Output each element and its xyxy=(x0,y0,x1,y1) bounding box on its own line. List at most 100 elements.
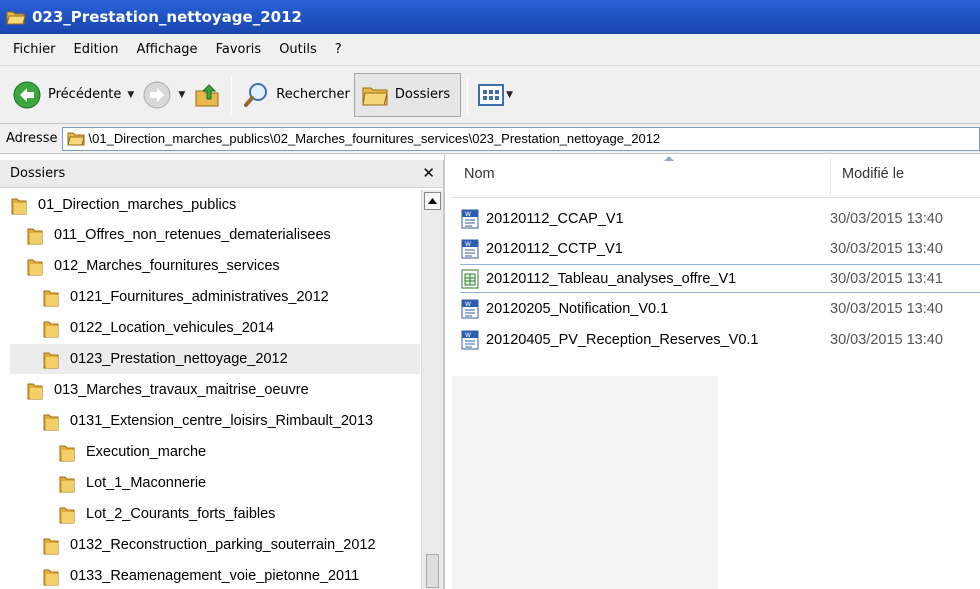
folder-pane-title: Dossiers xyxy=(10,166,66,181)
file-date: 30/03/2015 13:40 xyxy=(830,300,943,317)
empty-area xyxy=(452,376,718,589)
title-bar[interactable]: 023_Prestation_nettoyage_2012 xyxy=(0,0,980,34)
folder-icon xyxy=(43,414,59,431)
chevron-down-icon[interactable]: ▼ xyxy=(127,90,134,100)
folder-icon xyxy=(43,352,59,369)
folder-icon xyxy=(43,538,59,555)
word-doc-icon: W xyxy=(461,330,479,349)
file-name: 20120205_Notification_V0.1 xyxy=(486,300,669,317)
folder-icon xyxy=(27,228,43,245)
tree-node[interactable]: Lot_1_Maconnerie xyxy=(58,468,206,498)
menu-outils[interactable]: Outils xyxy=(270,42,326,57)
file-row-selected[interactable]: 20120112_Tableau_analyses_offre_V1 30/03… xyxy=(460,264,980,293)
word-doc-icon: W xyxy=(461,239,479,258)
menu-fichier[interactable]: Fichier xyxy=(4,42,65,57)
chevron-down-icon[interactable]: ▼ xyxy=(506,90,513,100)
address-path: \01_Direction_marches_publics\02_Marches… xyxy=(88,131,661,146)
menu-affichage[interactable]: Affichage xyxy=(127,42,206,57)
folder-icon xyxy=(43,321,59,338)
folder-icon xyxy=(43,290,59,307)
file-date: 30/03/2015 13:40 xyxy=(830,331,943,348)
word-doc-icon: W xyxy=(461,299,479,318)
folder-icon xyxy=(59,476,75,493)
file-name: 20120405_PV_Reception_Reserves_V0.1 xyxy=(486,331,759,348)
tree-node[interactable]: Execution_marche xyxy=(58,437,206,467)
triangle-up-icon xyxy=(428,198,437,204)
folder-icon xyxy=(27,259,43,276)
file-date: 30/03/2015 13:40 xyxy=(830,240,943,257)
file-name: 20120112_CCTP_V1 xyxy=(486,240,623,257)
up-folder-button[interactable] xyxy=(189,75,225,115)
forward-arrow-icon xyxy=(143,81,171,108)
tree-node[interactable]: 0133_Reamenagement_voie_pietonne_2011 xyxy=(42,561,359,589)
svg-text:W: W xyxy=(465,241,471,248)
svg-text:W: W xyxy=(465,211,471,218)
file-row[interactable]: W 20120112_CCAP_V1 30/03/2015 13:40 xyxy=(460,204,980,233)
file-row[interactable]: W 20120112_CCTP_V1 30/03/2015 13:40 xyxy=(460,234,980,263)
menu-favoris[interactable]: Favoris xyxy=(207,42,271,57)
word-doc-icon: W xyxy=(461,209,479,228)
menu-help[interactable]: ? xyxy=(326,42,351,57)
menu-bar: Fichier Edition Affichage Favoris Outils… xyxy=(0,34,980,66)
scroll-thumb[interactable] xyxy=(426,554,439,588)
tree-node[interactable]: 01_Direction_marches_publics xyxy=(10,190,236,220)
folder-icon xyxy=(43,569,59,586)
toolbar-separator xyxy=(467,75,469,114)
file-name: 20120112_CCAP_V1 xyxy=(486,210,624,227)
folders-button[interactable]: Dossiers xyxy=(353,72,462,117)
pane-splitter[interactable] xyxy=(444,154,452,589)
back-arrow-icon xyxy=(13,81,41,108)
column-separator[interactable] xyxy=(830,158,831,196)
tree-node[interactable]: 012_Marches_fournitures_services xyxy=(26,251,280,281)
back-label: Précédente xyxy=(48,87,122,102)
column-modified-header[interactable]: Modifié le xyxy=(842,166,904,182)
tree-node[interactable]: Lot_2_Courants_forts_faibles xyxy=(58,499,275,529)
svg-text:W: W xyxy=(465,301,471,308)
forward-button[interactable]: ▼ xyxy=(138,75,189,115)
tree-node[interactable]: 013_Marches_travaux_maitrise_oeuvre xyxy=(26,375,309,405)
folder-icon xyxy=(59,507,75,524)
view-grid-icon xyxy=(478,83,505,106)
folders-label: Dossiers xyxy=(394,87,451,102)
folder-open-icon xyxy=(66,132,85,146)
file-name: 20120112_Tableau_analyses_offre_V1 xyxy=(486,270,737,287)
scroll-up-button[interactable] xyxy=(424,192,441,210)
tree-node[interactable]: 0132_Reconstruction_parking_souterrain_2… xyxy=(42,530,376,560)
svg-text:W: W xyxy=(465,332,471,339)
excel-sheet-icon xyxy=(461,269,479,288)
address-label: Adresse xyxy=(6,131,58,146)
chevron-down-icon[interactable]: ▼ xyxy=(178,90,185,100)
tree-node[interactable]: 0122_Location_vehicules_2014 xyxy=(42,313,274,343)
search-label: Rechercher xyxy=(276,87,350,102)
folder-tree: 01_Direction_marches_publics 011_Offres_… xyxy=(0,190,420,589)
back-button[interactable]: Précédente ▼ xyxy=(8,75,138,115)
views-button[interactable]: ▼ xyxy=(474,75,517,115)
folder-open-icon xyxy=(6,9,26,25)
menu-edition[interactable]: Edition xyxy=(65,42,128,57)
folder-icon xyxy=(362,87,388,105)
column-name-header[interactable]: Nom xyxy=(464,166,495,182)
sort-ascending-icon xyxy=(664,156,674,161)
address-input[interactable]: \01_Direction_marches_publics\02_Marches… xyxy=(61,126,980,151)
folder-pane-header: Dossiers ✕ xyxy=(0,160,443,188)
folder-up-icon xyxy=(195,83,219,106)
file-list-header: Nom Modifié le xyxy=(452,154,980,198)
tree-node[interactable]: 011_Offres_non_retenues_dematerialisees xyxy=(26,220,331,250)
folder-icon xyxy=(59,445,75,462)
tree-node-selected[interactable]: 0123_Prestation_nettoyage_2012 xyxy=(10,344,420,374)
tree-node[interactable]: 0121_Fournitures_administratives_2012 xyxy=(42,282,329,312)
close-icon[interactable]: ✕ xyxy=(422,164,435,182)
file-row[interactable]: W 20120405_PV_Reception_Reserves_V0.1 30… xyxy=(460,325,980,354)
tree-node[interactable]: 0131_Extension_centre_loisirs_Rimbault_2… xyxy=(42,406,373,436)
folder-icon xyxy=(27,383,43,400)
toolbar: Précédente ▼ ▼ Rechercher Dossiers ▼ xyxy=(0,66,980,124)
file-date: 30/03/2015 13:41 xyxy=(830,270,943,287)
folder-pane: Dossiers ✕ 01_Direction_marches_publics … xyxy=(0,160,444,589)
window-title: 023_Prestation_nettoyage_2012 xyxy=(32,8,302,26)
toolbar-separator xyxy=(231,75,233,114)
tree-scrollbar[interactable] xyxy=(421,190,443,589)
search-button[interactable]: Rechercher xyxy=(238,75,354,115)
file-row[interactable]: W 20120205_Notification_V0.1 30/03/2015 … xyxy=(460,294,980,323)
address-bar: Adresse \01_Direction_marches_publics\02… xyxy=(0,124,980,154)
folder-icon xyxy=(11,198,27,215)
